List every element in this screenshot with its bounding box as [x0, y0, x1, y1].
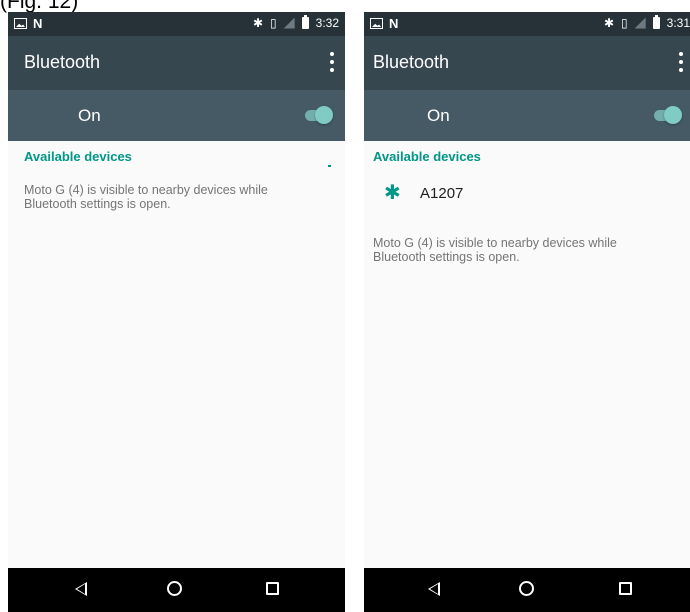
- bluetooth-toggle[interactable]: [652, 106, 682, 124]
- status-time: 3:31: [666, 16, 690, 30]
- available-devices-header: Available devices: [373, 149, 481, 164]
- figure-caption: (Fig. 12): [0, 0, 79, 13]
- home-icon[interactable]: [167, 581, 182, 596]
- available-devices-header: Available devices: [24, 149, 132, 164]
- nav-bar: [8, 568, 345, 612]
- phone-screen-left: N ✱ ▯ 3:32 Bluetooth On Available device…: [8, 12, 345, 612]
- page-title: Bluetooth: [373, 52, 450, 72]
- vibrate-icon: ▯: [270, 16, 277, 30]
- status-time: 3:32: [315, 16, 339, 30]
- more-vert-icon[interactable]: [678, 52, 684, 72]
- status-bar: N ✱ ▯ 3:31: [364, 12, 690, 36]
- battery-icon: [301, 15, 309, 29]
- vibrate-icon: ▯: [621, 16, 628, 30]
- signal-icon: [283, 17, 295, 29]
- home-icon[interactable]: [519, 581, 534, 596]
- device-list-item[interactable]: ✱ A1207: [364, 172, 690, 222]
- recents-icon[interactable]: [266, 582, 279, 595]
- bluetooth-icon: ✱: [384, 182, 401, 204]
- back-icon[interactable]: [428, 582, 440, 596]
- switch-label: On: [78, 106, 101, 125]
- bluetooth-switch-bar[interactable]: On: [8, 90, 345, 141]
- signal-icon: [634, 17, 646, 29]
- bluetooth-toggle[interactable]: [303, 106, 333, 124]
- n-icon: N: [389, 16, 399, 31]
- app-bar: Bluetooth: [364, 36, 690, 90]
- battery-icon: [652, 15, 660, 29]
- visibility-info: Moto G (4) is visible to nearby devices …: [373, 236, 617, 264]
- bluetooth-icon: ✱: [252, 16, 264, 30]
- image-icon: [14, 18, 27, 29]
- bluetooth-icon: ✱: [603, 16, 615, 30]
- status-bar: N ✱ ▯ 3:32: [8, 12, 345, 36]
- recents-icon[interactable]: [619, 582, 632, 595]
- image-icon: [370, 18, 383, 29]
- more-vert-icon[interactable]: [329, 52, 335, 72]
- visibility-info: Moto G (4) is visible to nearby devices …: [24, 183, 268, 211]
- nav-bar: [364, 568, 690, 612]
- device-name: A1207: [420, 185, 464, 202]
- switch-label: On: [427, 106, 450, 125]
- scanning-indicator: [328, 165, 331, 167]
- back-icon[interactable]: [75, 582, 87, 596]
- page-title: Bluetooth: [24, 52, 101, 72]
- app-bar: Bluetooth: [8, 36, 345, 90]
- n-icon: N: [33, 16, 43, 31]
- phone-screen-right: N ✱ ▯ 3:31 Bluetooth On Available device…: [364, 12, 690, 612]
- bluetooth-switch-bar[interactable]: On: [364, 90, 690, 141]
